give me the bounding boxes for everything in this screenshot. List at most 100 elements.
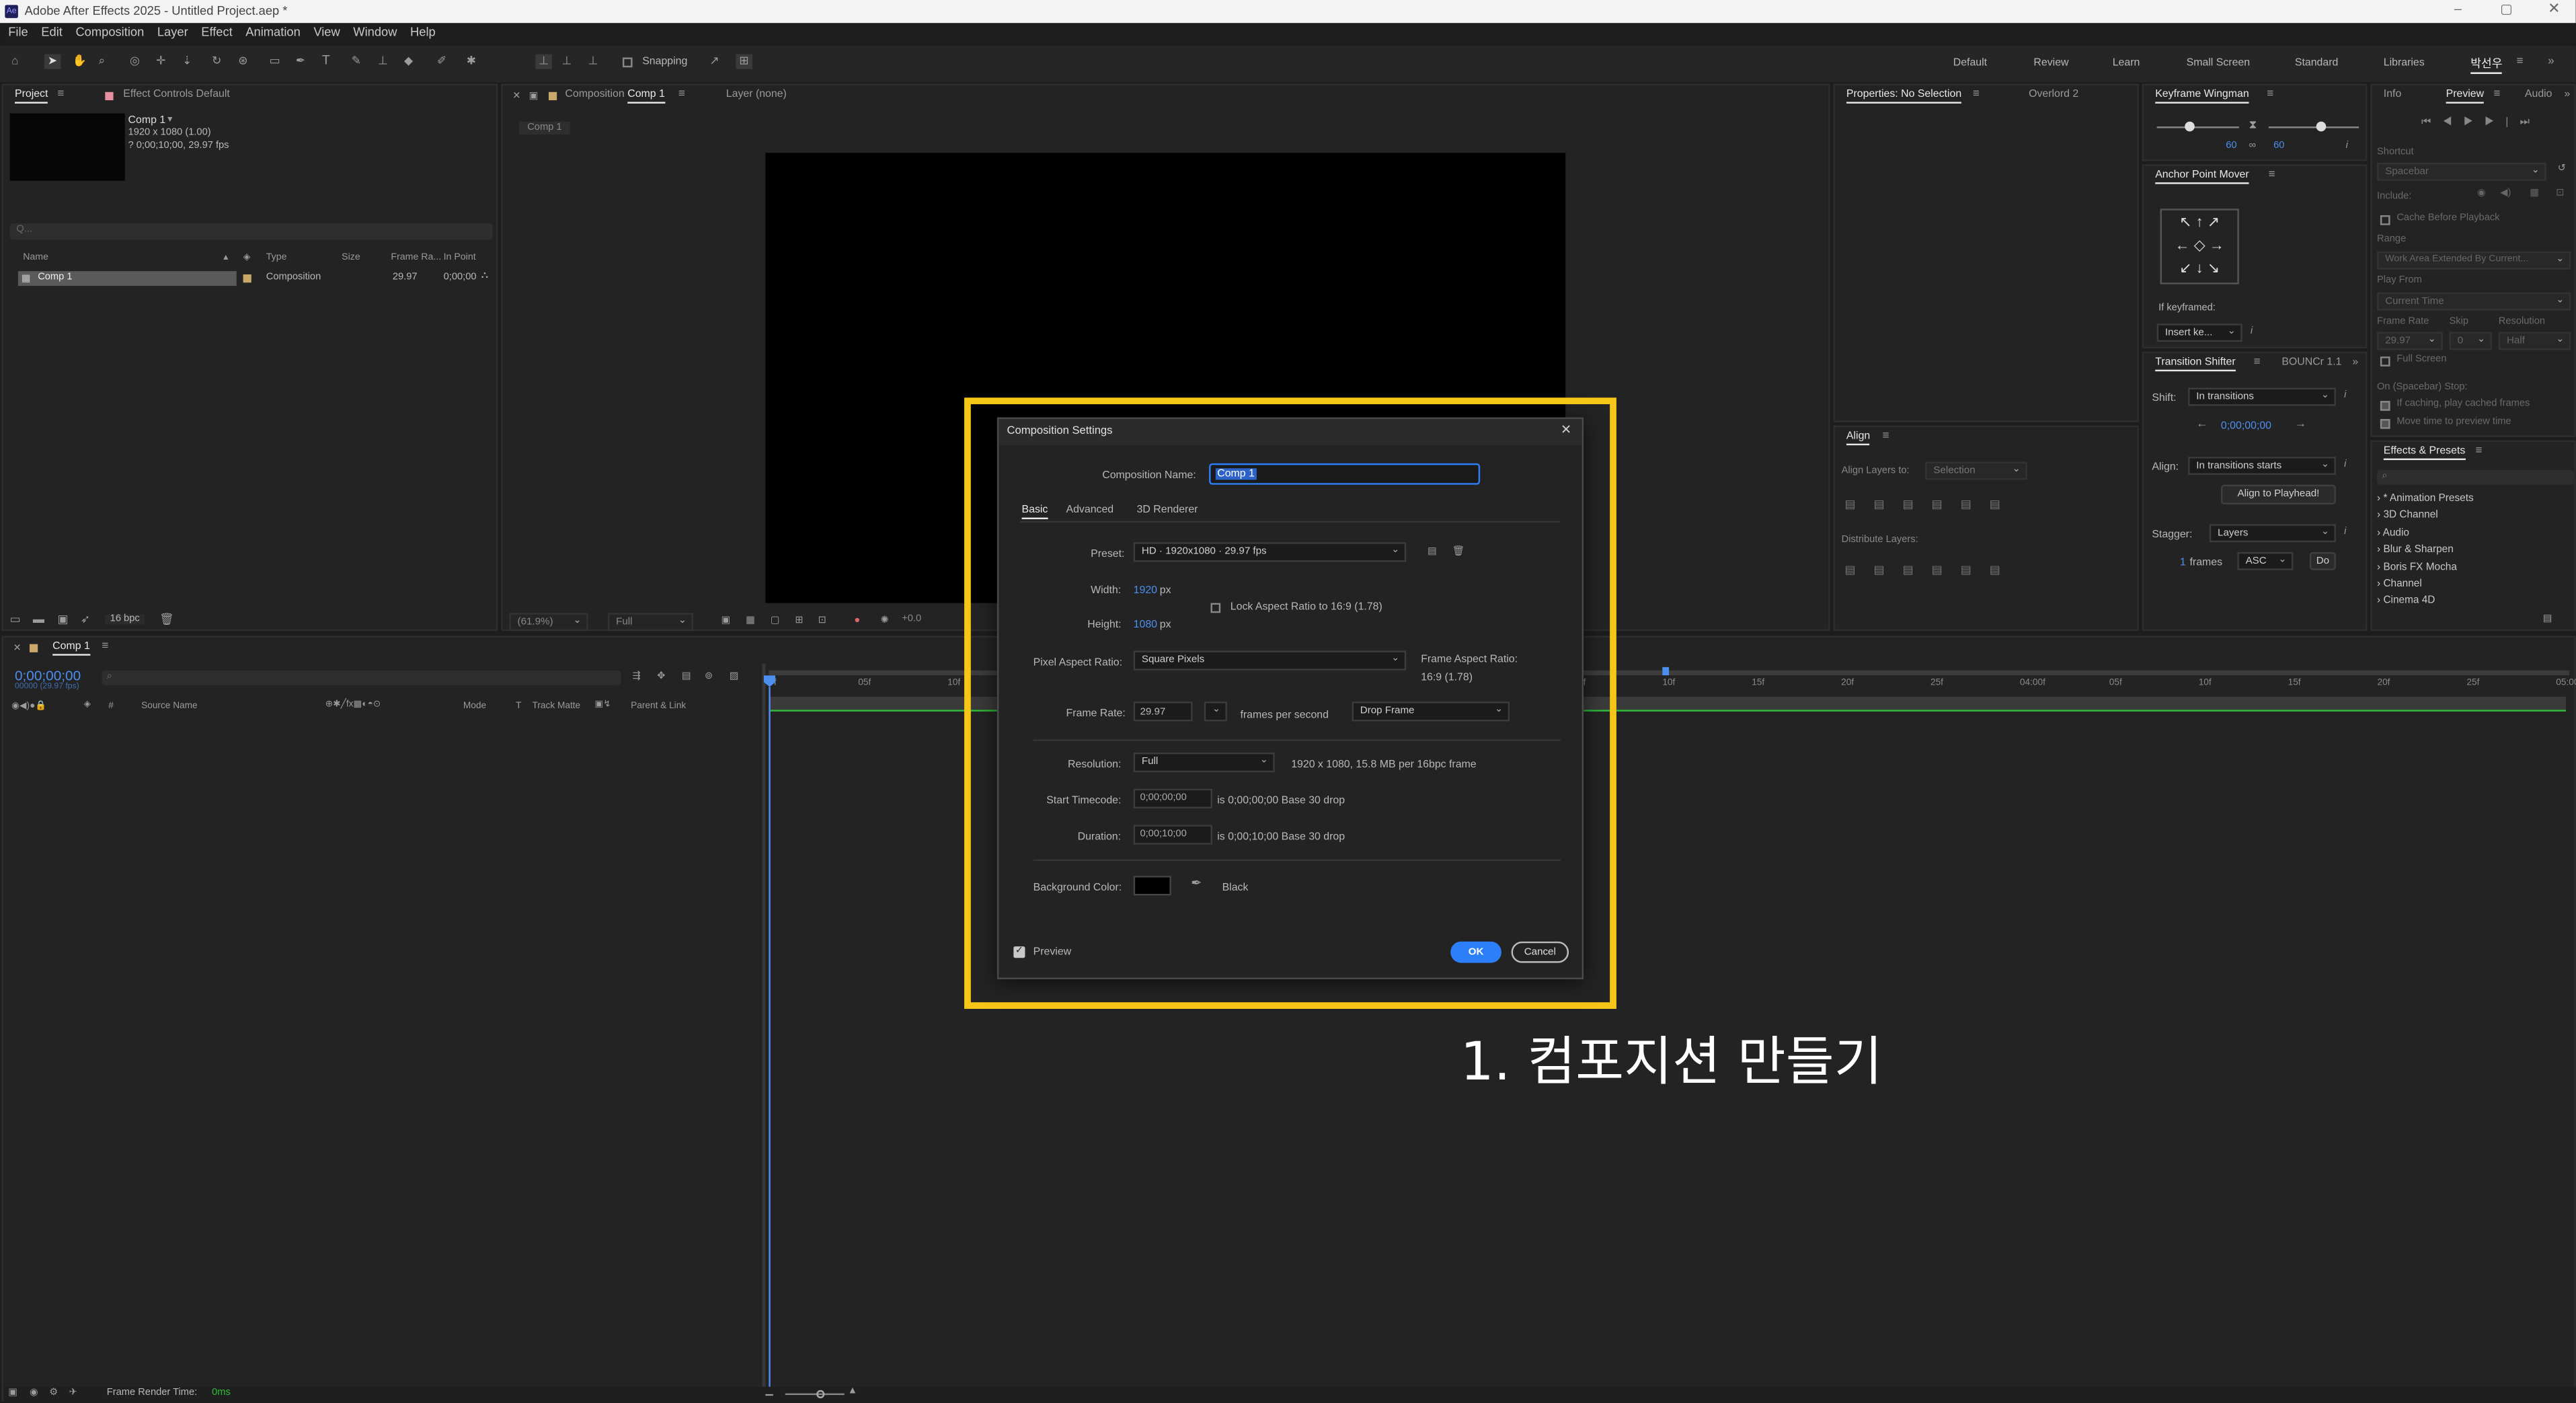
align-button-3[interactable]: ▤ xyxy=(1903,500,1932,511)
align-to-dropdown[interactable]: Selection ⌄ xyxy=(1925,461,2027,480)
exposure-value[interactable]: +0.0 xyxy=(902,615,921,625)
transition-shifter-menu-icon[interactable]: ≡ xyxy=(2254,356,2261,368)
list-item[interactable]: › * Animation Presets xyxy=(2377,491,2474,508)
workspace-review[interactable]: Review xyxy=(2033,58,2068,69)
align-button-1[interactable]: ▤ xyxy=(1844,500,1873,511)
stretch-toggle-icon[interactable]: ⚙ xyxy=(49,1388,58,1398)
shift-dropdown[interactable]: In transitions ⌄ xyxy=(2188,387,2336,406)
timeline-menu-icon[interactable]: ≡ xyxy=(102,641,108,652)
zoom-out-icon[interactable]: ▁ xyxy=(765,1387,773,1397)
close-icon[interactable]: ✕ xyxy=(2548,0,2560,18)
keyframe-wingman-menu-icon[interactable]: ≡ xyxy=(2267,89,2273,100)
col-parent-link[interactable]: Parent & Link xyxy=(631,702,686,712)
play-icon[interactable]: ▶ xyxy=(2464,116,2485,128)
preview-menu-icon[interactable]: ≡ xyxy=(2493,89,2500,100)
tab-bouncr[interactable]: BOUNCr 1.1 xyxy=(2281,356,2341,368)
pen-tool-icon[interactable]: ✒ xyxy=(296,56,305,67)
playhead-line[interactable] xyxy=(769,687,771,1387)
col-frame-rate[interactable]: Frame Ra... xyxy=(391,253,441,263)
draft-3d-icon[interactable]: ✥ xyxy=(657,672,665,682)
snapshot-icon[interactable]: ⊡ xyxy=(818,616,826,626)
workspace-menu-icon[interactable]: ≡ xyxy=(2517,56,2524,67)
label-icon[interactable]: ◈ xyxy=(84,700,91,710)
col-t[interactable]: T xyxy=(516,702,521,712)
info-icon[interactable]: i xyxy=(2344,527,2346,537)
align-button-2[interactable]: ▤ xyxy=(1874,500,1903,511)
do-button[interactable]: Do xyxy=(2309,552,2336,570)
align-button-5[interactable]: ▤ xyxy=(1961,500,1990,511)
keyframe-wingman-title[interactable]: Keyframe Wingman xyxy=(2155,89,2249,104)
list-item[interactable]: › Boris FX Mocha xyxy=(2377,560,2474,576)
puppet-tool-icon[interactable]: ✱ xyxy=(467,56,476,67)
distribute-button-3[interactable]: ▤ xyxy=(1903,565,1932,576)
hide-shy-icon[interactable]: ▤ xyxy=(682,672,691,682)
sort-icon[interactable]: ▲ xyxy=(222,253,230,263)
orbit-tool-icon[interactable]: ◎ xyxy=(130,56,140,67)
tab-layer[interactable]: Layer (none) xyxy=(726,89,787,100)
shift-time[interactable]: 0;00;00;00 xyxy=(2221,420,2271,432)
distribute-button-2[interactable]: ▤ xyxy=(1874,565,1903,576)
comp-breadcrumb[interactable]: Comp 1 xyxy=(518,121,570,135)
insert-dropdown[interactable]: Insert ke... ⌄ xyxy=(2156,324,2242,342)
menu-item-window[interactable]: Window xyxy=(353,25,397,40)
workspace-learn[interactable]: Learn xyxy=(2113,58,2140,69)
snap-edges-icon[interactable]: ↗ xyxy=(709,56,719,67)
brush-tool-icon[interactable]: ✎ xyxy=(352,56,361,67)
workspace-active[interactable]: 박선우 xyxy=(2470,56,2503,74)
maximize-icon[interactable]: ▢ xyxy=(2500,1,2512,16)
ease-out-handle[interactable] xyxy=(2316,121,2327,132)
tab-composition[interactable]: Comp 1 xyxy=(627,89,665,104)
exposure-icon[interactable]: ✺ xyxy=(880,616,888,626)
menu-item-animation[interactable]: Animation xyxy=(245,25,300,40)
anchor-point-menu-icon[interactable]: ≡ xyxy=(2269,169,2275,181)
cache-checkbox[interactable] xyxy=(2380,215,2390,225)
col-size[interactable]: Size xyxy=(342,253,360,263)
ease-out-value[interactable]: 60 xyxy=(2273,141,2284,151)
zoom-tool-icon[interactable]: ⌕ xyxy=(99,56,106,67)
tab-properties[interactable]: Properties: No Selection xyxy=(1846,89,1962,104)
zoom-in-icon[interactable]: ▲ xyxy=(848,1387,858,1397)
roi-icon[interactable]: ▣ xyxy=(721,616,730,626)
lock-icon[interactable]: ▣ xyxy=(529,92,539,102)
matte-icons[interactable]: ▣↯ xyxy=(594,700,611,710)
chevron-right-icon[interactable]: › xyxy=(2377,527,2383,539)
close-tab-icon[interactable]: ✕ xyxy=(13,644,22,654)
anchor-grid[interactable]: ↖ ↑ ↗ ← ◇ → ↙ ↓ ↘ xyxy=(2160,208,2239,285)
workspace-standard[interactable]: Standard xyxy=(2295,58,2338,69)
include-overlays-icon[interactable]: ▦ xyxy=(2530,189,2539,199)
pan-tool-icon[interactable]: ✛ xyxy=(156,56,165,67)
effects-menu-icon[interactable]: ≡ xyxy=(2476,445,2483,457)
next-frame-icon[interactable]: ▶| xyxy=(2485,116,2520,128)
list-item[interactable]: › Channel xyxy=(2377,577,2474,594)
workspace-default[interactable]: Default xyxy=(1953,58,1987,69)
dolly-tool-icon[interactable]: ⇣ xyxy=(182,56,192,67)
timeline-divider[interactable] xyxy=(762,663,766,1387)
menu-item-composition[interactable]: Composition xyxy=(75,25,144,40)
graph-editor-icon[interactable]: ▨ xyxy=(730,672,739,682)
snap-features-icon[interactable]: ⊞ xyxy=(736,54,752,69)
color-channels-icon[interactable]: ● xyxy=(854,616,860,626)
col-track-matte[interactable]: Track Matte xyxy=(533,702,581,712)
eraser-tool-icon[interactable]: ◆ xyxy=(404,56,413,67)
play-from-dropdown[interactable]: Current Time ⌄ xyxy=(2377,292,2571,311)
roto-brush-icon[interactable]: ✐ xyxy=(437,56,446,67)
grid-icon[interactable]: ⊞ xyxy=(795,616,803,626)
range-dropdown[interactable]: Work Area Extended By Current... ⌄ xyxy=(2377,251,2571,270)
ease-out-slider[interactable] xyxy=(2268,126,2359,128)
res-dropdown[interactable]: Half ⌄ xyxy=(2498,332,2571,350)
tab-project[interactable]: Project xyxy=(14,89,48,104)
project-search-input[interactable]: Q... xyxy=(9,223,493,240)
comp-tab-prefix[interactable]: Composition xyxy=(565,89,624,100)
interpret-footage-icon[interactable]: ▭ xyxy=(10,615,21,626)
align-button-4[interactable]: ▤ xyxy=(1932,500,1961,511)
more-tabs-icon[interactable]: » xyxy=(2352,356,2358,368)
switches-icons[interactable]: ⊕✱╱fx▦◐◓⊙ xyxy=(325,700,381,710)
trash-icon[interactable]: 🗑 xyxy=(159,615,174,626)
motion-blur-toggle-icon[interactable]: ✈ xyxy=(69,1388,77,1398)
effects-presets-title[interactable]: Effects & Presets xyxy=(2383,445,2466,461)
render-time-toggle-icon[interactable]: ▣ xyxy=(8,1388,17,1398)
last-frame-icon[interactable]: ⏭ xyxy=(2520,116,2541,128)
info-icon[interactable]: i xyxy=(2346,141,2348,151)
stagger-dropdown[interactable]: Layers ⌄ xyxy=(2209,524,2336,543)
menu-item-view[interactable]: View xyxy=(313,25,340,40)
